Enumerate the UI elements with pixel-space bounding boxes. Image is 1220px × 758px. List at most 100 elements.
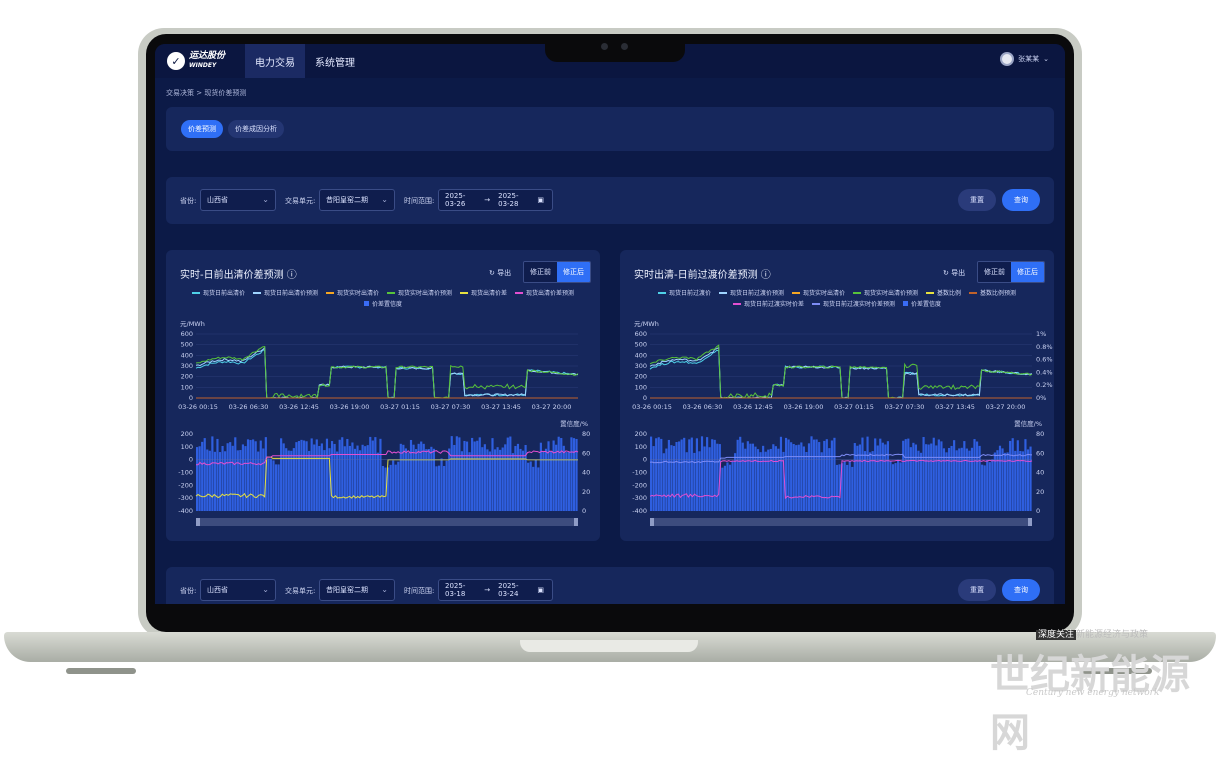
y-tick-label: 0 [643,456,647,464]
x-tick-label: 03-26 06:30 [683,403,723,411]
y-tick-label: 600 [181,330,193,338]
confidence-bar [246,439,250,511]
confidence-bar [422,443,425,511]
confidence-bar [919,452,923,511]
confidence-bar [650,436,653,511]
confidence-bar [843,461,846,511]
confidence-bar [488,451,492,511]
zoom-handle-right [574,518,578,526]
confidence-bar [927,444,930,511]
watermark-tag: 深度关注 新能源经济与政策 [1036,630,1149,640]
confidence-bar [787,439,790,511]
confidence-bar [726,462,729,511]
y2-tick-label: 0.6% [1036,356,1053,364]
confidence-bar [886,441,890,511]
confidence-bar [1026,449,1030,511]
camera-icon [601,43,608,50]
confidence-bar [501,447,504,511]
confidence-bar [828,448,831,511]
confidence-bar [211,436,214,511]
confidence-bar [519,448,522,511]
confidence-bar [744,448,747,511]
query-button[interactable]: 查询 [1002,579,1040,601]
confidence-bar [224,451,227,511]
y2-tick-label: 60 [1036,449,1044,457]
confidence-bar [371,440,374,511]
calendar-icon: ▣ [537,586,544,594]
y2-tick-label: 80 [582,430,590,438]
confidence-bar [341,437,344,511]
confidence-bar [285,448,288,511]
confidence-bar [402,444,405,511]
tab-spread-cause-analysis[interactable]: 价差成因分析 [228,120,284,138]
confidence-bar [544,448,548,511]
date-range-picker[interactable]: 2025-03-18 → 2025-03-24 ▣ [438,579,553,601]
confidence-bar [435,466,438,511]
zoom-handle-left [196,518,200,526]
confidence-bar [922,437,925,511]
trading-unit-select[interactable]: 昔阳皇窑二期 ⌄ [319,579,395,601]
confidence-bar [450,436,453,511]
confidence-bar [572,438,576,511]
confidence-bar [407,452,410,511]
confidence-bar [218,452,222,511]
reset-button[interactable]: 重置 [958,189,996,211]
confidence-bar [473,441,476,511]
confidence-bar [713,439,716,511]
confidence-bar [425,449,428,511]
confidence-bar [280,438,283,511]
y-tick-label: 300 [635,362,647,370]
confidence-bar [909,447,912,511]
confidence-bar [381,465,385,511]
confidence-bar [777,448,780,511]
y2-tick-label: 60 [582,449,590,457]
confidence-bar [511,453,514,511]
confidence-bar [348,445,351,511]
tab-price-spread-forecast[interactable]: 价差预测 [181,120,223,138]
confidence-bar [351,442,354,511]
confidence-bar [846,464,849,511]
x-tick-label: 03-26 00:15 [632,403,672,411]
confidence-bar [711,439,714,511]
nav-power-trading[interactable]: 电力交易 [245,44,305,78]
date-range-picker[interactable]: 2025-03-26 → 2025-03-28 ▣ [438,189,553,211]
query-button[interactable]: 查询 [1002,189,1040,211]
confidence-bar [925,444,928,511]
chevron-down-icon: ⌄ [1043,55,1049,63]
province-select[interactable]: 山西省 ⌄ [200,189,276,211]
x-tick-label: 03-27 13:45 [481,403,521,411]
confidence-bar [723,465,727,511]
province-select[interactable]: 山西省 ⌄ [200,579,276,601]
confidence-bar [203,438,206,511]
y-axis-label: 元/MWh [634,320,659,328]
confidence-bar [532,466,535,511]
confidence-bar [297,440,301,511]
user-menu[interactable]: 张某某 ⌄ [1000,52,1049,66]
confidence-bar [762,445,765,511]
reset-button[interactable]: 重置 [958,579,996,601]
confidence-bar [759,452,762,511]
confidence-bar [465,441,469,511]
y-tick-label: 500 [635,341,647,349]
series-line [649,349,1033,399]
confidence-bar [252,439,255,511]
series-line [649,344,1033,399]
y2-tick-label: 0 [582,507,586,515]
confidence-bar [323,450,326,511]
y-axis-label: 元/MWh [180,320,205,328]
confidence-bar [655,438,658,511]
confidence-bar [483,444,486,511]
logo[interactable]: ✓ 运达股份 WINDEY [155,44,245,78]
confidence-bar [443,465,446,511]
confidence-bar [688,439,691,511]
y2-tick-label: 20 [582,488,590,496]
confidence-bar [815,439,818,511]
y-tick-label: 0 [189,394,193,402]
y-tick-label: -300 [178,494,193,502]
confidence-bar [453,444,456,511]
confidence-bar [991,459,994,511]
trading-unit-select[interactable]: 昔阳皇窑二期 ⌄ [319,189,395,211]
breadcrumb: 交易决策 > 现货价差预测 [166,89,247,97]
nav-system-management[interactable]: 系统管理 [305,44,365,78]
confidence-bar [897,459,900,511]
